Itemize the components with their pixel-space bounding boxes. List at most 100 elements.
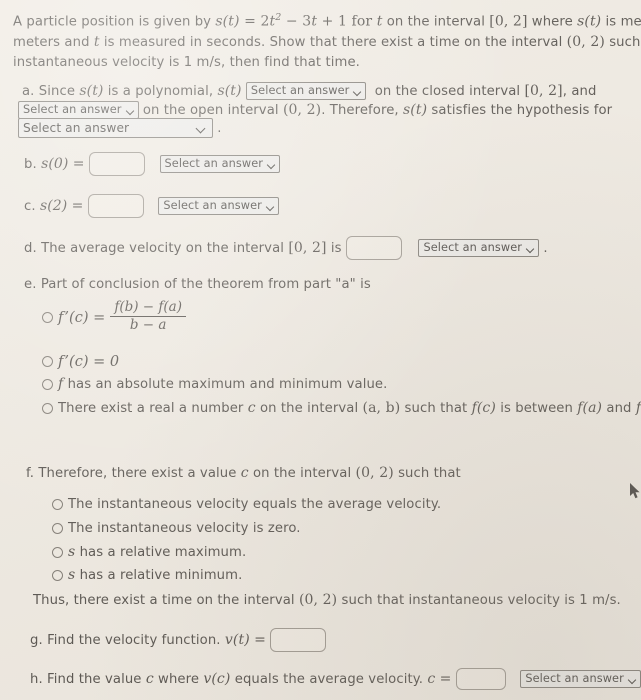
radio-f-option-4[interactable] <box>52 569 63 581</box>
part-a-period: . <box>217 121 222 136</box>
part-g-input[interactable] <box>270 628 327 652</box>
part-d-input[interactable] <box>345 236 402 260</box>
part-e-option-4-m5: f(b) <box>635 400 641 416</box>
part-f-option-3-text: has a relative maximum. <box>75 545 247 560</box>
part-g-text: Find the velocity function. <box>47 633 225 648</box>
part-g-row: g. Find the velocity function. v(t) = <box>30 628 327 652</box>
part-f-conclusion-t2: such that instantaneous velocity is 1 m/… <box>337 593 621 608</box>
part-e-option-3[interactable]: f has an absolute maximum and minimum va… <box>42 375 387 394</box>
part-f-option-1-text: The instantaneous velocity equals the av… <box>68 497 442 512</box>
part-b-equals: = <box>72 156 85 172</box>
part-a-text-5: on the open interval <box>142 103 283 118</box>
part-g-label: g. <box>30 633 43 648</box>
part-c-equals: = <box>71 198 84 214</box>
problem-text: A particle position is given by <box>13 14 216 30</box>
part-a-select-1[interactable]: Select an answer <box>245 82 367 100</box>
radio-e-option-1[interactable] <box>42 311 53 323</box>
part-f-option-2[interactable]: The instantaneous velocity is zero. <box>52 520 301 538</box>
part-f-prompt: f. Therefore, there exist a value c on t… <box>26 464 461 483</box>
radio-f-option-1[interactable] <box>52 498 63 510</box>
part-d-select[interactable]: Select an answer <box>418 239 540 257</box>
part-d-label: d. <box>24 241 37 256</box>
radio-e-option-2[interactable] <box>42 356 53 367</box>
part-e-option-2-text: f’(c) = 0 <box>58 354 120 370</box>
part-e-option-4-t2: on the interval <box>255 401 363 416</box>
part-c-select[interactable]: Select an answer <box>158 197 279 215</box>
part-c-expression: s(2) <box>39 198 68 214</box>
part-d-interval: [0, 2] <box>288 240 327 256</box>
part-c-input[interactable] <box>87 194 144 218</box>
problem-statement-line-3: instantaneous velocity is 1 m/s, then fi… <box>13 55 360 70</box>
part-h-row: h. Find the value c where v(c) equals th… <box>30 668 641 690</box>
part-e-option-4-t4: is between <box>495 401 578 416</box>
part-a-text-1: Since <box>38 84 80 99</box>
part-a-select-3[interactable]: Select an answer <box>18 118 213 138</box>
problem-statement-line-2: meters and t is measured in seconds. Sho… <box>13 33 641 52</box>
part-a-text-4: , and <box>562 84 597 99</box>
part-b-select[interactable]: Select an answer <box>159 155 281 173</box>
part-h-equals: = <box>439 671 452 687</box>
part-f-conclusion-t1: Thus, there exist a time on the interval <box>33 593 299 608</box>
part-e-option-4-m3: f(c) <box>471 400 496 416</box>
part-a-interval-closed: [0, 2] <box>524 83 563 99</box>
part-c-row: c. s(2) = Select an answer <box>24 194 279 218</box>
part-e-option-3-text: has an absolute maximum and minimum valu… <box>63 377 388 392</box>
part-f-math-c: c <box>240 465 249 481</box>
part-g-equals: = <box>254 632 266 648</box>
part-f-option-1[interactable]: The instantaneous velocity equals the av… <box>52 496 441 514</box>
problem-text-5: meters and <box>13 35 94 50</box>
part-f-conclusion-interval: (0, 2) <box>298 592 338 608</box>
part-h-select[interactable]: Select an answer <box>520 670 641 688</box>
part-e-text: Part of conclusion of the theorem from p… <box>40 277 371 292</box>
problem-text-4: is measured in <box>605 14 641 30</box>
problem-math-s2: s(t) <box>577 13 602 30</box>
part-f-option-2-text: The instantaneous velocity is zero. <box>68 521 301 536</box>
part-d-text-2: is <box>326 241 342 256</box>
part-a-math-s2: s(t) <box>217 83 242 99</box>
radio-e-option-3[interactable] <box>42 378 53 390</box>
part-e-label: e. <box>24 277 37 292</box>
part-a-text-6: . Therefore, <box>321 103 403 118</box>
part-h-math-c2: c <box>427 671 436 687</box>
part-a-text-7: satisfies the hypothesis for <box>427 103 613 118</box>
part-a-text-2: is a polynomial, <box>103 84 218 99</box>
problem-math-s: s(t) <box>215 13 240 30</box>
part-a-line-1: a. Since s(t) is a polynomial, s(t) Sele… <box>22 82 596 101</box>
part-a-text-3: on the closed interval <box>374 84 525 99</box>
fraction-denominator: b − a <box>110 315 186 334</box>
part-b-row: b. s(0) = Select an answer <box>24 152 281 176</box>
problem-text-2: on the interval <box>382 14 490 30</box>
problem-text-3: where <box>527 14 578 30</box>
part-f-label: f. <box>26 466 35 481</box>
part-f-option-3[interactable]: s has a relative maximum. <box>52 543 246 562</box>
part-b-expression: s(0) <box>41 156 69 172</box>
problem-math-eq: = 2 <box>239 13 270 30</box>
part-a-math-s3: s(t) <box>403 102 428 118</box>
radio-f-option-3[interactable] <box>52 546 63 558</box>
part-a-interval-open: (0, 2) <box>282 102 322 118</box>
part-h-text-1: Find the value <box>47 672 146 687</box>
part-e-option-4[interactable]: There exist a real a number c on the int… <box>42 399 641 418</box>
part-e-option-4-m2: (a, b) <box>362 400 401 416</box>
problem-math-minus: − 3 <box>281 13 312 30</box>
radio-e-option-4[interactable] <box>42 402 53 414</box>
part-e-option-2[interactable]: f’(c) = 0 <box>42 351 119 370</box>
part-b-input[interactable] <box>88 152 145 176</box>
fraction-numerator: f(b) − f(a) <box>114 299 182 315</box>
part-h-input[interactable] <box>455 668 506 690</box>
part-e-option-1[interactable]: f’(c) = f(b) − f(a) b − a <box>42 299 186 335</box>
part-d-period: . <box>543 241 548 256</box>
part-a-math-s1: s(t) <box>79 83 104 99</box>
problem-text-6: is measured in seconds. Show that there … <box>99 35 567 50</box>
part-a-select-2[interactable]: Select an answer <box>18 101 139 119</box>
part-e-option-4-m4: f(a) <box>577 400 603 416</box>
part-a-label: a. <box>22 84 35 99</box>
part-h-math-c1: c <box>145 671 154 687</box>
problem-text-7: such that <box>609 35 641 50</box>
part-f-option-4-text: has a relative minimum. <box>75 568 243 583</box>
part-e-option-1-lhs: f’(c) = <box>58 309 106 326</box>
part-f-option-4[interactable]: s has a relative minimum. <box>52 566 242 585</box>
part-e-option-4-t3: such that <box>400 401 472 416</box>
radio-f-option-2[interactable] <box>52 522 63 534</box>
part-h-math-vc: v(c) <box>203 671 231 687</box>
